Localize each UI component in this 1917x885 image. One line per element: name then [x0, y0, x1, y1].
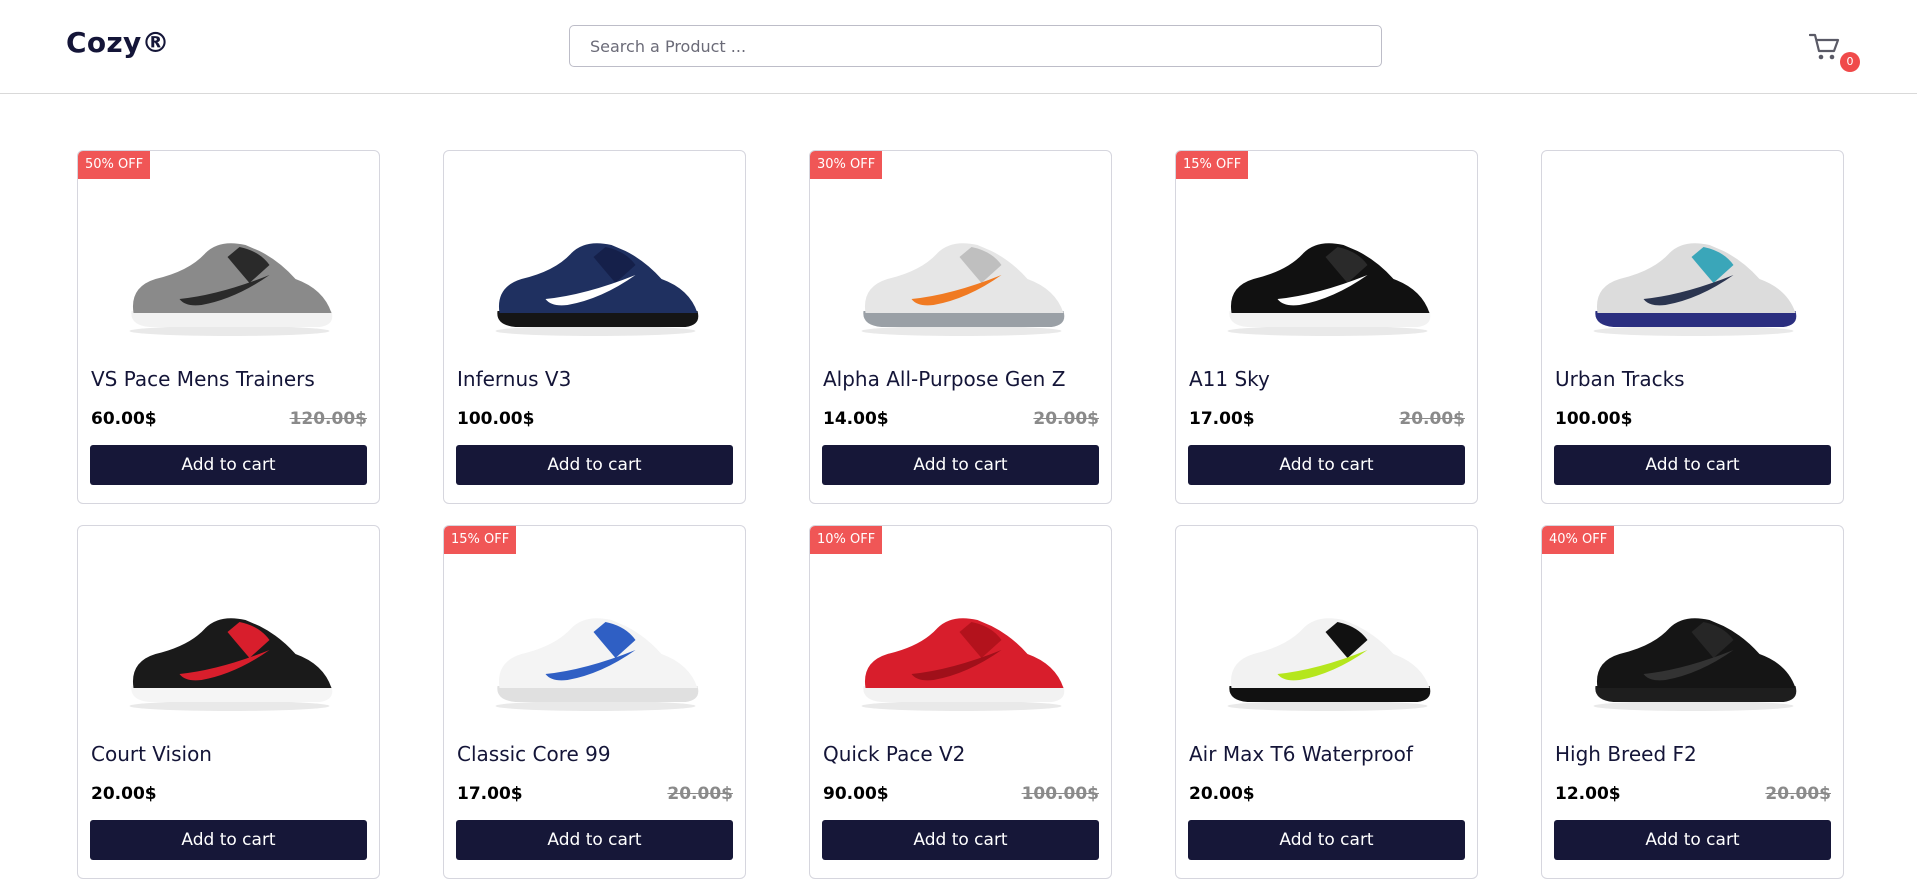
discount-badge: 15% OFF — [1176, 151, 1249, 179]
product-image[interactable] — [108, 566, 351, 726]
add-to-cart-button[interactable]: Add to cart — [90, 445, 367, 485]
product-price: 20.00$ — [1189, 784, 1255, 804]
product-image[interactable] — [1206, 191, 1449, 351]
product-old-price: 20.00$ — [1765, 784, 1831, 804]
product-card[interactable]: 50% OFF VS Pace Mens Trainers 60.00$ 120… — [77, 150, 380, 504]
product-name[interactable]: Alpha All-Purpose Gen Z — [823, 367, 1065, 391]
product-price: 17.00$ — [457, 784, 523, 804]
product-price: 14.00$ — [823, 409, 889, 429]
product-image[interactable] — [108, 191, 351, 351]
logo[interactable]: Cozy® — [66, 26, 170, 59]
product-name[interactable]: High Breed F2 — [1555, 742, 1697, 766]
discount-badge: 15% OFF — [444, 526, 517, 554]
product-price: 12.00$ — [1555, 784, 1621, 804]
product-old-price: 100.00$ — [1021, 784, 1099, 804]
product-name[interactable]: Quick Pace V2 — [823, 742, 965, 766]
product-card[interactable]: 10% OFF Quick Pace V2 90.00$ 100.00$ Add… — [809, 525, 1112, 879]
product-name[interactable]: A11 Sky — [1189, 367, 1270, 391]
cart-count-badge: 0 — [1840, 52, 1860, 72]
add-to-cart-button[interactable]: Add to cart — [1554, 820, 1831, 860]
cart-button[interactable]: 0 — [1806, 28, 1860, 72]
product-image[interactable] — [840, 566, 1083, 726]
product-old-price: 20.00$ — [667, 784, 733, 804]
product-card[interactable]: 30% OFF Alpha All-Purpose Gen Z 14.00$ 2… — [809, 150, 1112, 504]
add-to-cart-button[interactable]: Add to cart — [1188, 820, 1465, 860]
product-image[interactable] — [1572, 191, 1815, 351]
product-card[interactable]: Air Max T6 Waterproof 20.00$ Add to cart — [1175, 525, 1478, 879]
product-card[interactable]: Urban Tracks 100.00$ Add to cart — [1541, 150, 1844, 504]
product-old-price: 20.00$ — [1033, 409, 1099, 429]
product-image[interactable] — [474, 191, 717, 351]
product-price: 20.00$ — [91, 784, 157, 804]
product-name[interactable]: Court Vision — [91, 742, 212, 766]
product-name[interactable]: Air Max T6 Waterproof — [1189, 742, 1413, 766]
product-price: 100.00$ — [1555, 409, 1633, 429]
product-card[interactable]: 15% OFF Classic Core 99 17.00$ 20.00$ Ad… — [443, 525, 746, 879]
product-card[interactable]: Infernus V3 100.00$ Add to cart — [443, 150, 746, 504]
add-to-cart-button[interactable]: Add to cart — [822, 445, 1099, 485]
product-name[interactable]: Infernus V3 — [457, 367, 571, 391]
product-price: 100.00$ — [457, 409, 535, 429]
product-card[interactable]: Court Vision 20.00$ Add to cart — [77, 525, 380, 879]
product-card[interactable]: 40% OFF High Breed F2 12.00$ 20.00$ Add … — [1541, 525, 1844, 879]
product-image[interactable] — [474, 566, 717, 726]
search-input[interactable] — [569, 25, 1382, 67]
product-price: 17.00$ — [1189, 409, 1255, 429]
product-old-price: 20.00$ — [1399, 409, 1465, 429]
product-grid: 50% OFF VS Pace Mens Trainers 60.00$ 120… — [77, 150, 1844, 879]
product-price: 60.00$ — [91, 409, 157, 429]
discount-badge: 50% OFF — [78, 151, 151, 179]
add-to-cart-button[interactable]: Add to cart — [456, 820, 733, 860]
add-to-cart-button[interactable]: Add to cart — [1188, 445, 1465, 485]
add-to-cart-button[interactable]: Add to cart — [1554, 445, 1831, 485]
discount-badge: 30% OFF — [810, 151, 883, 179]
add-to-cart-button[interactable]: Add to cart — [822, 820, 1099, 860]
product-image[interactable] — [1206, 566, 1449, 726]
add-to-cart-button[interactable]: Add to cart — [90, 820, 367, 860]
product-price: 90.00$ — [823, 784, 889, 804]
header: Cozy® 0 — [0, 0, 1917, 94]
product-old-price: 120.00$ — [289, 409, 367, 429]
discount-badge: 40% OFF — [1542, 526, 1615, 554]
product-image[interactable] — [1572, 566, 1815, 726]
product-image[interactable] — [840, 191, 1083, 351]
add-to-cart-button[interactable]: Add to cart — [456, 445, 733, 485]
discount-badge: 10% OFF — [810, 526, 883, 554]
cart-icon — [1809, 33, 1840, 60]
product-name[interactable]: VS Pace Mens Trainers — [91, 367, 315, 391]
product-name[interactable]: Urban Tracks — [1555, 367, 1685, 391]
product-name[interactable]: Classic Core 99 — [457, 742, 611, 766]
product-card[interactable]: 15% OFF A11 Sky 17.00$ 20.00$ Add to car… — [1175, 150, 1478, 504]
